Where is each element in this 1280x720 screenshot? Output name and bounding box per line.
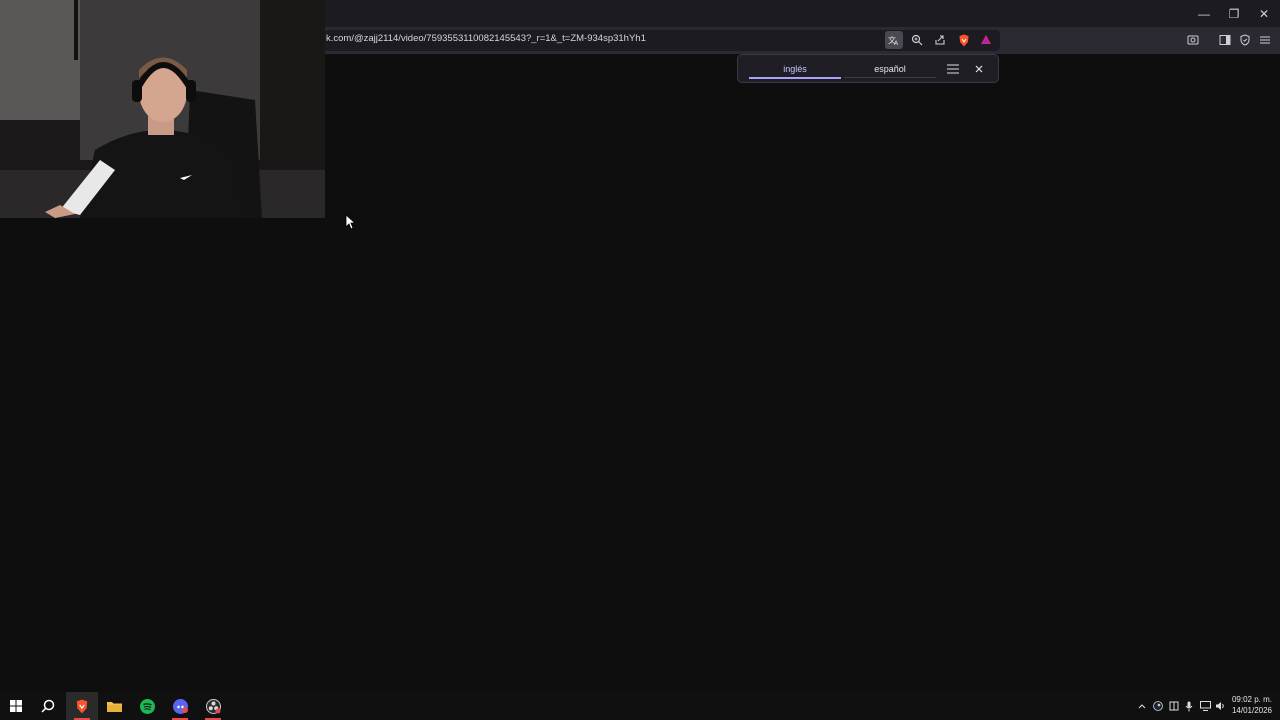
active-tab-indicator: [749, 77, 841, 79]
steam-tray-icon[interactable]: [1151, 692, 1165, 720]
clock-time: 09:02 p. m.: [1231, 695, 1272, 704]
url-text[interactable]: k.com/@zajj2114/video/759355311008214554…: [326, 33, 646, 44]
tab-search-icon[interactable]: [1184, 31, 1202, 49]
menu-icon[interactable]: [1256, 31, 1274, 49]
minimize-button[interactable]: —: [1188, 0, 1220, 27]
translate-icon[interactable]: 文A: [885, 31, 903, 49]
search-icon[interactable]: [32, 692, 64, 720]
volume-tray-icon[interactable]: [1213, 692, 1227, 720]
taskbar-obs-studio[interactable]: [197, 692, 229, 720]
display-tray-icon[interactable]: [1198, 692, 1212, 720]
taskbar-discord[interactable]: [164, 692, 196, 720]
taskbar-clock[interactable]: 09:02 p. m. 14/01/2026: [1232, 694, 1272, 716]
share-icon[interactable]: [931, 31, 949, 49]
network-tray-icon[interactable]: [1167, 692, 1181, 720]
clock-date: 14/01/2026: [1231, 706, 1272, 715]
start-button[interactable]: [0, 692, 32, 720]
brave-shields-icon[interactable]: [955, 31, 973, 49]
windows-taskbar: 09:02 p. m. 14/01/2026: [0, 692, 1280, 720]
vpn-shield-icon[interactable]: [1236, 31, 1254, 49]
translate-popup: inglés español: [737, 54, 999, 83]
translate-options-icon[interactable]: [945, 61, 961, 77]
taskbar-file-explorer[interactable]: [98, 692, 130, 720]
taskbar-brave-browser[interactable]: [66, 692, 98, 720]
tab-divider: [844, 77, 936, 78]
svg-text:A: A: [894, 40, 899, 46]
sidebar-icon[interactable]: [1216, 31, 1234, 49]
tray-chevron-icon[interactable]: [1136, 692, 1148, 720]
webcam-overlay: [0, 0, 325, 218]
microphone-tray-icon[interactable]: [1182, 692, 1196, 720]
mouse-cursor-icon: [345, 214, 357, 235]
zoom-icon[interactable]: [908, 31, 926, 49]
restore-button[interactable]: ❐: [1218, 0, 1250, 27]
close-translate-icon[interactable]: [971, 61, 987, 77]
taskbar-spotify[interactable]: [131, 692, 163, 720]
brave-rewards-icon[interactable]: [977, 31, 995, 49]
close-window-button[interactable]: ✕: [1248, 0, 1280, 27]
